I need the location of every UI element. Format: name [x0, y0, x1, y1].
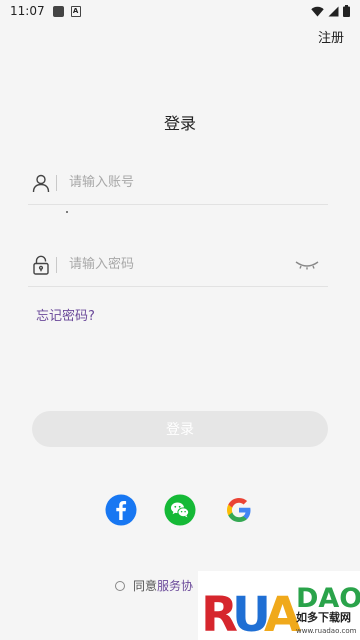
lock-icon: [30, 254, 52, 276]
wifi-icon: [311, 6, 324, 16]
status-icons: [311, 5, 350, 17]
password-field: [28, 243, 328, 287]
agreement-radio[interactable]: [115, 580, 125, 591]
google-login-button[interactable]: [223, 494, 255, 526]
stray-dot: [66, 211, 68, 213]
user-icon: [30, 172, 52, 194]
agreement: 同意 服务协: [115, 577, 193, 594]
field-divider: [56, 174, 57, 191]
battery-icon: [343, 5, 350, 17]
username-input[interactable]: [69, 167, 328, 198]
watermark-logo: R U A DAO 如多下载网 www.ruadao.com: [198, 571, 360, 640]
svg-text:DAO: DAO: [296, 583, 360, 614]
username-field: [28, 161, 328, 205]
status-bar: 11:07 A: [0, 0, 360, 22]
forgot-password-link[interactable]: 忘记密码?: [36, 305, 95, 324]
password-input[interactable]: [69, 249, 294, 280]
eye-closed-icon[interactable]: [294, 258, 320, 272]
facebook-icon: [105, 494, 137, 526]
agreement-prefix: 同意: [133, 579, 158, 593]
status-time: 11:07: [10, 4, 45, 18]
login-button[interactable]: 登录: [32, 411, 328, 447]
google-icon: [227, 498, 251, 522]
svg-text:www.ruadao.com: www.ruadao.com: [296, 627, 357, 635]
wechat-icon: [164, 494, 196, 526]
facebook-login-button[interactable]: [105, 494, 137, 526]
notification-icon: [52, 5, 64, 17]
app-notification-icon: A: [70, 5, 81, 17]
field-divider: [56, 256, 57, 273]
terms-link[interactable]: 服务协: [157, 577, 193, 594]
register-link[interactable]: 注册: [318, 27, 344, 46]
svg-text:如多下载网: 如多下载网: [296, 610, 351, 624]
signal-icon: [328, 6, 339, 16]
page-title: 登录: [163, 114, 196, 133]
wechat-login-button[interactable]: [164, 494, 196, 526]
